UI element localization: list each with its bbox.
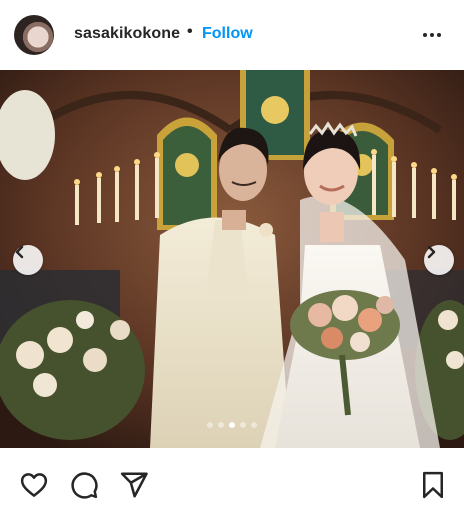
heart-icon (20, 473, 48, 497)
chevron-right-icon (427, 245, 436, 259)
carousel-dot (218, 422, 224, 428)
comment-button[interactable] (69, 470, 99, 500)
bookmark-icon (423, 471, 443, 499)
more-options-icon[interactable] (423, 25, 441, 45)
more-dot (430, 33, 434, 37)
carousel-dot (207, 422, 213, 428)
like-button[interactable] (19, 470, 49, 500)
send-icon (120, 472, 148, 498)
carousel-dot-active (229, 422, 235, 428)
post-actions (0, 448, 464, 512)
carousel-prev-button[interactable] (13, 245, 43, 275)
more-dot (437, 33, 441, 37)
avatar[interactable] (14, 15, 54, 55)
wedding-photo-illustration (0, 70, 464, 448)
carousel-indicators (0, 422, 464, 432)
post-header: sasakikokone • Follow (0, 0, 464, 70)
more-dot (423, 33, 427, 37)
chevron-left-icon (15, 245, 24, 259)
separator-dot: • (187, 23, 193, 40)
username[interactable]: sasakikokone (74, 25, 180, 43)
share-button[interactable] (119, 470, 149, 500)
comment-icon (71, 472, 98, 499)
carousel-dot (251, 422, 257, 428)
carousel-dot (240, 422, 246, 428)
follow-button[interactable]: Follow (202, 25, 253, 43)
post-photo[interactable] (0, 70, 464, 448)
carousel-next-button[interactable] (424, 245, 454, 275)
save-button[interactable] (418, 470, 448, 500)
